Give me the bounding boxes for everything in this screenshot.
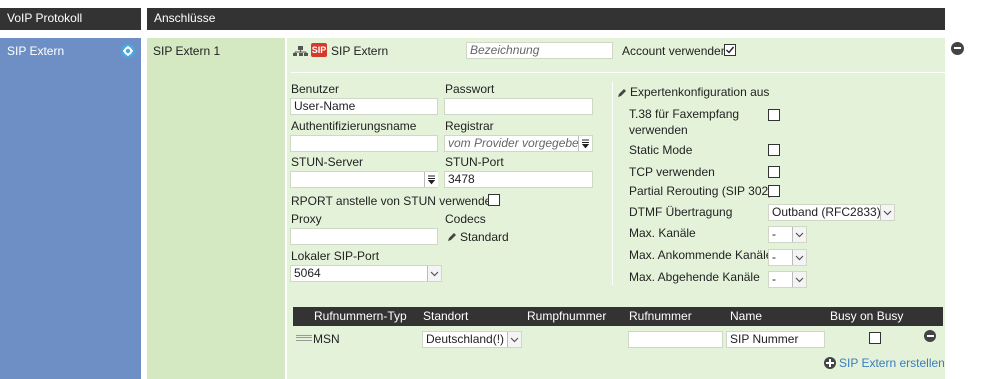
max-channels-label: Max. Kanäle (629, 226, 696, 240)
stun-port-input[interactable]: 3478 (444, 171, 593, 188)
chevron-down-icon[interactable] (427, 266, 441, 281)
col-header-rumpfnummer: Rumpfnummer (527, 309, 607, 323)
network-icon (292, 44, 309, 57)
partial-rerouting-checkbox[interactable] (768, 185, 780, 197)
rufnummer-input[interactable] (628, 331, 723, 348)
busy-on-busy-checkbox[interactable] (869, 332, 881, 344)
stun-server-input[interactable] (290, 171, 438, 188)
static-mode-checkbox[interactable] (768, 144, 780, 156)
remove-number-icon[interactable] (924, 330, 936, 342)
t38-checkbox[interactable] (768, 109, 780, 121)
registrar-placeholder: vom Provider vorgegeben (448, 136, 586, 150)
stun-port-label: STUN-Port (445, 155, 504, 169)
col-header-name: Name (730, 309, 763, 323)
account-type-label: SIP Extern (331, 44, 389, 58)
static-mode-label: Static Mode (629, 143, 693, 157)
dtmf-select[interactable]: Outband (RFC2833) (768, 204, 895, 221)
sidebar (0, 38, 141, 379)
create-sip-extern-link[interactable]: SIP Extern erstellen (839, 356, 945, 370)
passwort-label: Passwort (445, 82, 495, 96)
col-header-standort: Standort (423, 309, 469, 323)
gear-icon[interactable] (121, 44, 135, 58)
local-sip-port-select[interactable]: 5064 (290, 265, 442, 282)
codecs-link[interactable]: Standard (460, 230, 509, 244)
chevron-down-icon[interactable] (880, 205, 894, 220)
stun-server-label: STUN-Server (291, 155, 364, 169)
filter-dropdown-icon[interactable] (578, 136, 592, 151)
numbers-table-header: Rufnummern-Typ Standort Rumpfnummer Rufn… (293, 307, 943, 326)
auth-name-input[interactable] (290, 135, 438, 152)
account-name[interactable]: SIP Extern 1 (153, 44, 220, 58)
chevron-down-icon[interactable] (792, 250, 806, 265)
expert-config-link[interactable]: Expertenkonfiguration aus (630, 85, 769, 99)
auth-name-label: Authentifizierungsname (291, 119, 417, 133)
tcp-checkbox[interactable] (768, 166, 780, 178)
divider (291, 72, 945, 73)
benutzer-input[interactable]: User-Name (290, 98, 438, 115)
benutzer-label: Benutzer (291, 82, 340, 96)
dtmf-label: DTMF Übertragung (629, 205, 733, 219)
codecs-label: Codecs (445, 212, 486, 226)
account-list-column (147, 38, 285, 379)
filter-dropdown-icon[interactable] (424, 172, 438, 187)
bezeichnung-input[interactable]: Bezeichnung (466, 42, 613, 59)
col-header-busy: Busy on Busy (830, 309, 904, 323)
partial-rerouting-label: Partial Rerouting (SIP 302) (629, 184, 773, 198)
chevron-down-icon[interactable] (792, 272, 806, 287)
row-type: MSN (313, 332, 340, 346)
col-header-rufnummer: Rufnummer (629, 309, 692, 323)
t38-label: T.38 für Faxempfang (629, 107, 740, 121)
chevron-down-icon[interactable] (507, 332, 521, 347)
sidebar-item-sip-extern[interactable]: SIP Extern (7, 44, 64, 58)
sip-badge: SIP (311, 43, 327, 57)
t38-label-line2: verwenden (629, 123, 688, 137)
rport-checkbox[interactable] (488, 194, 500, 206)
use-account-label: Account verwenden (622, 44, 728, 58)
pencil-icon[interactable] (617, 87, 627, 97)
chevron-down-icon[interactable] (792, 227, 806, 242)
max-incoming-label: Max. Ankommende Kanäle (629, 248, 773, 262)
pencil-icon[interactable] (447, 231, 457, 241)
tcp-label: TCP verwenden (629, 165, 715, 179)
connections-header: Anschlüsse (147, 8, 945, 30)
passwort-input[interactable] (444, 98, 593, 115)
proxy-label: Proxy (291, 212, 322, 226)
drag-handle-icon[interactable] (296, 335, 312, 341)
max-outgoing-label: Max. Abgehende Kanäle (629, 270, 760, 284)
remove-account-icon[interactable] (951, 42, 964, 55)
registrar-input[interactable]: vom Provider vorgegeben (444, 135, 593, 152)
proxy-input[interactable] (290, 228, 438, 245)
rport-label: RPORT anstelle von STUN verwenden (291, 194, 498, 208)
registrar-label: Registrar (445, 119, 494, 133)
use-account-checkbox[interactable] (724, 44, 736, 56)
add-icon[interactable] (824, 357, 836, 369)
col-header-type: Rufnummern-Typ (314, 309, 407, 323)
name-input[interactable]: SIP Nummer (726, 331, 825, 348)
local-sip-port-label: Lokaler SIP-Port (291, 249, 380, 263)
protocol-header: VoIP Protokoll (0, 8, 141, 30)
column-divider (612, 82, 613, 285)
